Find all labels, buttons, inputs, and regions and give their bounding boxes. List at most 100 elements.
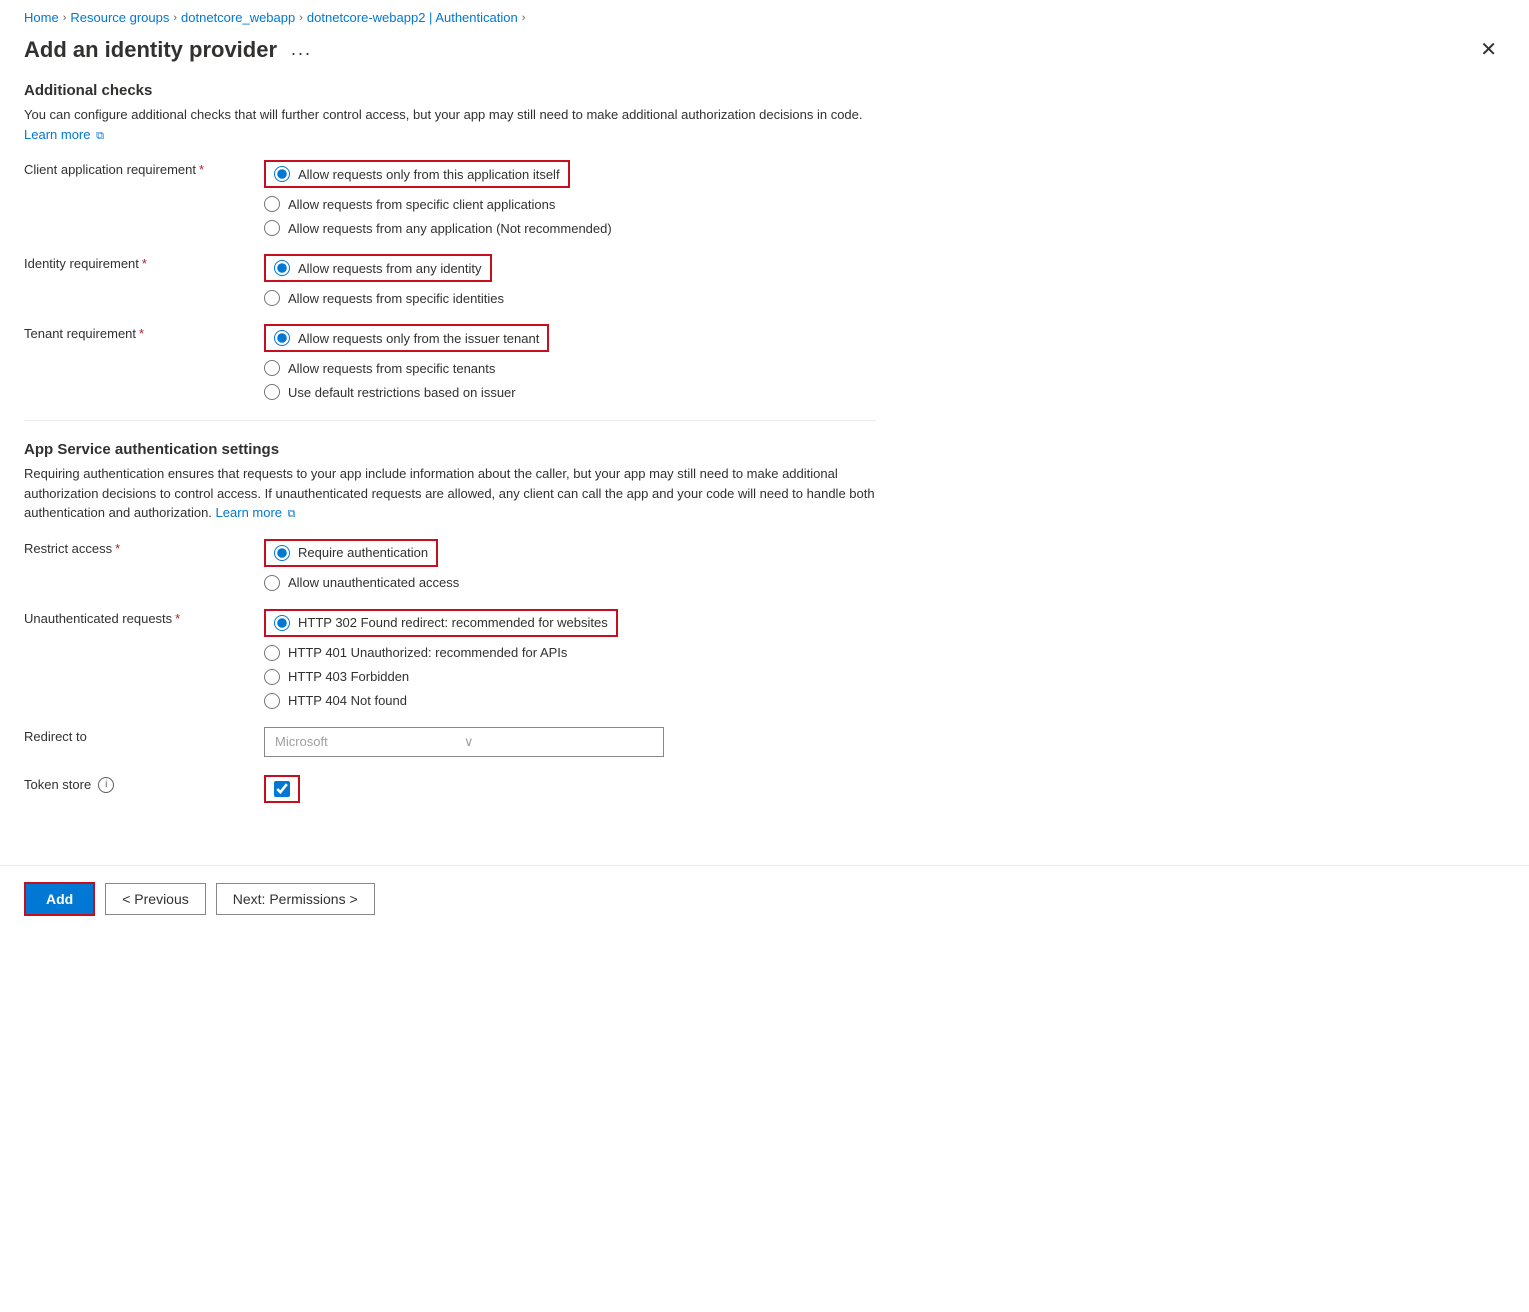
external-link-icon-1: ⧉: [96, 130, 104, 142]
identity-requirement-row: Identity requirement * Allow requests fr…: [24, 254, 876, 306]
token-store-checkbox[interactable]: [274, 781, 290, 797]
footer: Add < Previous Next: Permissions >: [0, 865, 1529, 932]
breadcrumb-home[interactable]: Home: [24, 10, 59, 25]
redirect-to-dropdown[interactable]: Microsoft ∨: [264, 727, 664, 757]
page-header: Add an identity provider ... ✕: [0, 29, 1529, 82]
breadcrumb: Home › Resource groups › dotnetcore_weba…: [0, 0, 1529, 29]
tenant-req-highlight-issuer: Allow requests only from the issuer tena…: [264, 324, 549, 352]
tenant-req-radio-specific[interactable]: [264, 360, 280, 376]
unauth-401-radio[interactable]: [264, 645, 280, 661]
unauth-302-label: HTTP 302 Found redirect: recommended for…: [298, 615, 608, 630]
restrict-allow-option[interactable]: Allow unauthenticated access: [264, 575, 459, 591]
token-store-checkbox-wrapper: [264, 775, 300, 803]
breadcrumb-chevron-1: ›: [63, 12, 67, 24]
app-service-title: App Service authentication settings: [24, 441, 876, 458]
tenant-req-label-specific: Allow requests from specific tenants: [288, 361, 495, 376]
redirect-to-placeholder: Microsoft: [275, 734, 464, 749]
restrict-require-radio[interactable]: [274, 545, 290, 561]
page-title: Add an identity provider: [24, 37, 277, 63]
app-service-learn-more[interactable]: Learn more: [216, 505, 282, 520]
external-link-icon-2: ⧉: [288, 508, 296, 520]
tenant-requirement-required: *: [139, 326, 144, 341]
identity-requirement-required: *: [142, 256, 147, 271]
client-req-option-own[interactable]: Allow requests only from this applicatio…: [264, 160, 612, 188]
client-requirement-row: Client application requirement * Allow r…: [24, 160, 876, 236]
unauthenticated-required: *: [175, 611, 180, 626]
additional-checks-desc: You can configure additional checks that…: [24, 105, 876, 144]
additional-checks-title: Additional checks: [24, 82, 876, 99]
restrict-access-row: Restrict access * Require authentication…: [24, 539, 876, 591]
client-requirement-required: *: [199, 162, 204, 177]
breadcrumb-chevron-4: ›: [522, 12, 526, 24]
main-content: Additional checks You can configure addi…: [0, 82, 900, 845]
breadcrumb-chevron-3: ›: [299, 12, 303, 24]
add-button[interactable]: Add: [24, 882, 95, 916]
client-req-label-specific: Allow requests from specific client appl…: [288, 197, 555, 212]
tenant-req-option-specific[interactable]: Allow requests from specific tenants: [264, 360, 549, 376]
app-service-desc: Requiring authentication ensures that re…: [24, 464, 876, 523]
breadcrumb-resource-groups[interactable]: Resource groups: [70, 10, 169, 25]
unauth-302-highlight: HTTP 302 Found redirect: recommended for…: [264, 609, 618, 637]
client-req-radio-specific[interactable]: [264, 196, 280, 212]
unauth-404-option[interactable]: HTTP 404 Not found: [264, 693, 618, 709]
previous-button[interactable]: < Previous: [105, 883, 206, 915]
redirect-to-label: Redirect to: [24, 727, 264, 744]
unauth-401-option[interactable]: HTTP 401 Unauthorized: recommended for A…: [264, 645, 618, 661]
app-service-section: App Service authentication settings Requ…: [24, 441, 876, 803]
identity-requirement-options: Allow requests from any identity Allow r…: [264, 254, 504, 306]
unauth-403-option[interactable]: HTTP 403 Forbidden: [264, 669, 618, 685]
restrict-allow-radio[interactable]: [264, 575, 280, 591]
restrict-require-option[interactable]: Require authentication: [264, 539, 459, 567]
page-title-group: Add an identity provider ...: [24, 37, 318, 63]
restrict-access-required: *: [115, 541, 120, 556]
unauth-401-label: HTTP 401 Unauthorized: recommended for A…: [288, 645, 567, 660]
client-req-label-own: Allow requests only from this applicatio…: [298, 167, 560, 182]
token-store-info-icon[interactable]: i: [98, 777, 114, 793]
restrict-require-label: Require authentication: [298, 545, 428, 560]
client-requirement-options: Allow requests only from this applicatio…: [264, 160, 612, 236]
tenant-req-label-issuer: Allow requests only from the issuer tena…: [298, 331, 539, 346]
breadcrumb-webapp[interactable]: dotnetcore_webapp: [181, 10, 295, 25]
tenant-req-option-issuer[interactable]: Allow requests only from the issuer tena…: [264, 324, 549, 352]
client-req-radio-any[interactable]: [264, 220, 280, 236]
identity-req-option-specific[interactable]: Allow requests from specific identities: [264, 290, 504, 306]
chevron-down-icon: ∨: [464, 734, 653, 750]
identity-req-option-any[interactable]: Allow requests from any identity: [264, 254, 504, 282]
identity-req-label-specific: Allow requests from specific identities: [288, 291, 504, 306]
unauth-403-radio[interactable]: [264, 669, 280, 685]
tenant-requirement-options: Allow requests only from the issuer tena…: [264, 324, 549, 400]
ellipsis-button[interactable]: ...: [285, 37, 318, 62]
redirect-to-row: Redirect to Microsoft ∨: [24, 727, 876, 757]
next-permissions-button[interactable]: Next: Permissions >: [216, 883, 375, 915]
client-req-highlight-own: Allow requests only from this applicatio…: [264, 160, 570, 188]
unauthenticated-requests-options: HTTP 302 Found redirect: recommended for…: [264, 609, 618, 709]
identity-req-radio-specific[interactable]: [264, 290, 280, 306]
identity-req-label-any: Allow requests from any identity: [298, 261, 482, 276]
unauth-404-label: HTTP 404 Not found: [288, 693, 407, 708]
close-button[interactable]: ✕: [1472, 33, 1505, 66]
unauthenticated-requests-label: Unauthenticated requests *: [24, 609, 264, 626]
unauth-404-radio[interactable]: [264, 693, 280, 709]
client-req-option-any[interactable]: Allow requests from any application (Not…: [264, 220, 612, 236]
identity-requirement-label: Identity requirement *: [24, 254, 264, 271]
breadcrumb-authentication[interactable]: dotnetcore-webapp2 | Authentication: [307, 10, 518, 25]
token-store-label: Token store i: [24, 775, 264, 793]
token-store-row: Token store i: [24, 775, 876, 803]
client-req-radio-own[interactable]: [274, 166, 290, 182]
tenant-req-radio-issuer[interactable]: [274, 330, 290, 346]
unauth-302-radio[interactable]: [274, 615, 290, 631]
tenant-req-radio-default[interactable]: [264, 384, 280, 400]
identity-req-highlight-any: Allow requests from any identity: [264, 254, 492, 282]
unauth-403-label: HTTP 403 Forbidden: [288, 669, 409, 684]
tenant-requirement-label: Tenant requirement *: [24, 324, 264, 341]
tenant-req-label-default: Use default restrictions based on issuer: [288, 385, 516, 400]
identity-req-radio-any[interactable]: [274, 260, 290, 276]
additional-checks-learn-more[interactable]: Learn more: [24, 127, 90, 142]
client-req-option-specific[interactable]: Allow requests from specific client appl…: [264, 196, 612, 212]
unauthenticated-requests-row: Unauthenticated requests * HTTP 302 Foun…: [24, 609, 876, 709]
tenant-req-option-default[interactable]: Use default restrictions based on issuer: [264, 384, 549, 400]
restrict-access-options: Require authentication Allow unauthentic…: [264, 539, 459, 591]
breadcrumb-chevron-2: ›: [173, 12, 177, 24]
unauth-302-option[interactable]: HTTP 302 Found redirect: recommended for…: [264, 609, 618, 637]
client-req-label-any: Allow requests from any application (Not…: [288, 221, 612, 236]
